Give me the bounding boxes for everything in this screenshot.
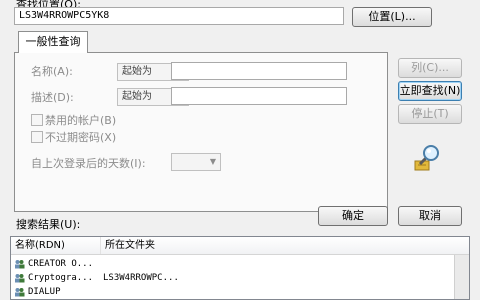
column-header-folder[interactable]: 所在文件夹 [101, 237, 211, 254]
find-now-button[interactable]: 立即查找(N) [398, 81, 462, 101]
description-label: 描述(D): [31, 91, 74, 104]
column-header-name[interactable]: 名称(RDN) [11, 237, 101, 254]
query-panel: 名称(A): 起始为 ▼ 描述(D): 起始为 ▼ 禁用的帐户(B) 不过期密码… [14, 52, 388, 212]
non-expiring-password-label: 不过期密码(X) [45, 131, 117, 144]
row-name: CREATOR O... [28, 259, 94, 269]
results-list[interactable]: 名称(RDN) 所在文件夹 CREATOR O... Cryptogra... … [10, 236, 470, 300]
stop-button[interactable]: 停止(T) [398, 104, 462, 124]
description-mode-value: 起始为 [122, 91, 152, 102]
days-since-logon-select[interactable]: ▼ [171, 153, 221, 171]
users-group-icon [15, 274, 25, 283]
cancel-button[interactable]: 取消 [398, 206, 462, 226]
magnifier-icon [412, 144, 442, 175]
results-header: 名称(RDN) 所在文件夹 [11, 237, 469, 255]
table-row[interactable]: Cryptogra... LS3W4RROWPC... [11, 271, 451, 285]
name-mode-value: 起始为 [122, 66, 152, 77]
location-button[interactable]: 位置(L)... [352, 7, 432, 27]
description-input[interactable] [171, 87, 347, 105]
results-label: 搜索结果(U): [16, 218, 81, 231]
name-input[interactable] [171, 62, 347, 80]
tab-general-query[interactable]: 一般性查询 [18, 31, 88, 53]
vertical-scrollbar[interactable] [454, 255, 469, 299]
row-name: Cryptogra... [28, 273, 94, 283]
table-row[interactable]: CREATOR O... [11, 257, 451, 271]
row-folder: LS3W4RROWPC... [103, 273, 179, 283]
name-label: 名称(A): [31, 65, 73, 78]
ok-button[interactable]: 确定 [318, 206, 388, 226]
days-since-logon-label: 自上次登录后的天数(I): [31, 157, 146, 170]
disabled-accounts-checkbox[interactable] [31, 114, 43, 126]
users-group-icon [15, 288, 25, 297]
location-field[interactable]: LS3W4RROWPC5YK8 [14, 7, 344, 25]
table-row[interactable]: DIALUP [11, 285, 451, 299]
disabled-accounts-label: 禁用的帐户(B) [45, 114, 117, 127]
row-name: DIALUP [28, 287, 61, 297]
columns-button[interactable]: 列(C)... [398, 58, 462, 78]
users-group-icon [15, 260, 25, 269]
non-expiring-password-checkbox[interactable] [31, 131, 43, 143]
chevron-down-icon: ▼ [209, 157, 216, 166]
